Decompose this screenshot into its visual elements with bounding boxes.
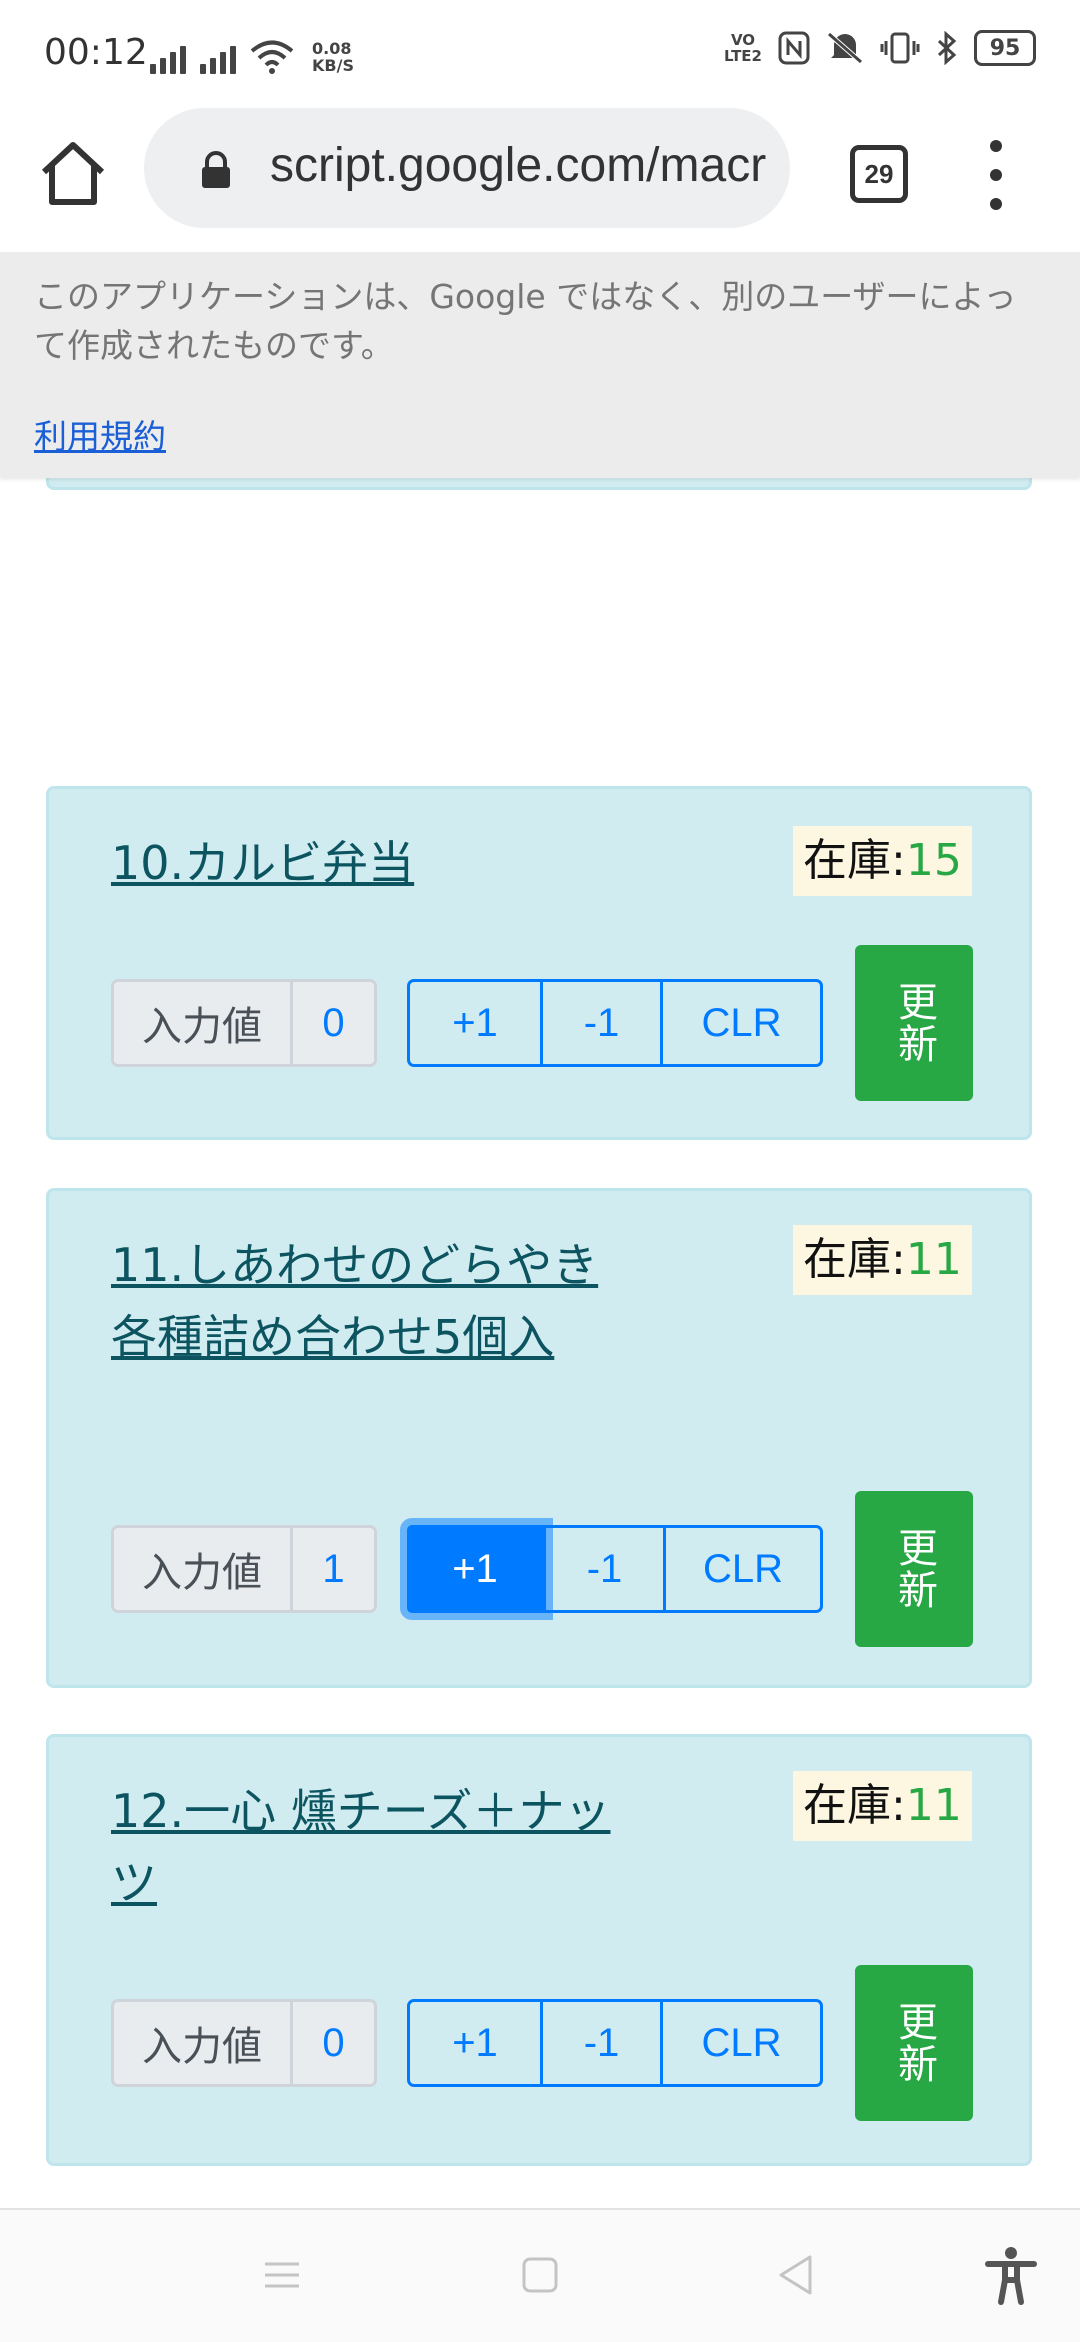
address-bar[interactable]: script.google.com/macros/s/ bbox=[144, 108, 790, 228]
third-party-notice-banner: このアプリケーションは、Google ではなく、別のユーザーによって作成されたも… bbox=[0, 252, 1080, 478]
plus-one-button[interactable]: +1 bbox=[410, 982, 543, 1064]
input-value[interactable]: 1 bbox=[293, 1528, 374, 1610]
page-content: このアプリケーションは、Google ではなく、別のユーザーによって作成されたも… bbox=[0, 252, 1080, 2208]
input-group: 入力値 0 bbox=[111, 1999, 377, 2087]
system-navigation-bar bbox=[0, 2208, 1080, 2342]
signal-icon-sim2 bbox=[200, 42, 236, 74]
volte-line2: LTE2 bbox=[724, 47, 762, 65]
stock-label: 在庫: bbox=[803, 1780, 906, 1831]
update-button[interactable]: 更新 bbox=[855, 945, 973, 1101]
update-button[interactable]: 更新 bbox=[855, 1965, 973, 2121]
status-left-icons: 0.08 KB/S bbox=[150, 34, 354, 74]
recent-apps-icon[interactable] bbox=[247, 2240, 317, 2310]
update-button[interactable]: 更新 bbox=[855, 1491, 973, 1647]
item-card: 12.一心 燻チーズ＋ナッツ 在庫: 11 入力値 0 +1 -1 CLR 更新 bbox=[46, 1734, 1032, 2166]
back-icon[interactable] bbox=[762, 2240, 832, 2310]
wifi-icon bbox=[250, 40, 294, 74]
stock-count: 11 bbox=[905, 1780, 962, 1831]
clear-button[interactable]: CLR bbox=[663, 982, 820, 1064]
item-card: 10.カルビ弁当 在庫: 15 入力値 0 +1 -1 CLR 更新 bbox=[46, 786, 1032, 1140]
stock-badge: 在庫: 15 bbox=[793, 826, 972, 896]
item-title[interactable]: 12.一心 燻チーズ＋ナッツ bbox=[111, 1775, 631, 1919]
item-card: 11.しあわせのどらやき各種詰め合わせ5個入 在庫: 11 入力値 1 +1 -… bbox=[46, 1188, 1032, 1688]
battery-icon: 95 bbox=[974, 30, 1036, 66]
network-speed-value: 0.08 bbox=[312, 39, 352, 58]
clear-button[interactable]: CLR bbox=[663, 2002, 820, 2084]
home-icon[interactable] bbox=[36, 136, 110, 210]
minus-one-button[interactable]: -1 bbox=[546, 1528, 666, 1610]
mute-icon bbox=[827, 32, 863, 64]
accessibility-icon[interactable] bbox=[976, 2240, 1046, 2310]
stock-count: 15 bbox=[905, 835, 962, 886]
input-label: 入力値 bbox=[114, 1528, 293, 1610]
stock-label: 在庫: bbox=[803, 835, 906, 886]
status-right-icons: VO LTE2 95 bbox=[724, 30, 1036, 66]
minus-one-button[interactable]: -1 bbox=[543, 2002, 663, 2084]
url-text[interactable]: script.google.com/macros/s/ bbox=[270, 138, 766, 198]
stock-count: 11 bbox=[905, 1234, 962, 1285]
home-nav-icon[interactable] bbox=[505, 2240, 575, 2310]
browser-menu-icon[interactable] bbox=[980, 140, 1012, 210]
status-time: 00:12 bbox=[44, 32, 148, 73]
quantity-button-group: +1 -1 CLR bbox=[407, 1999, 823, 2087]
browser-toolbar: script.google.com/macros/s/ 29 bbox=[0, 100, 1080, 252]
volte-line1: VO bbox=[730, 31, 756, 49]
input-value[interactable]: 0 bbox=[293, 2002, 374, 2084]
quantity-button-group: +1 -1 CLR bbox=[407, 1525, 823, 1613]
quantity-button-group: +1 -1 CLR bbox=[407, 979, 823, 1067]
input-group: 入力値 0 bbox=[111, 979, 377, 1067]
input-label: 入力値 bbox=[114, 982, 293, 1064]
vibrate-icon bbox=[880, 32, 920, 64]
network-speed-unit: KB/S bbox=[312, 56, 354, 75]
plus-one-button[interactable]: +1 bbox=[410, 2002, 543, 2084]
input-value[interactable]: 0 bbox=[293, 982, 374, 1064]
nfc-icon bbox=[778, 31, 810, 65]
minus-one-button[interactable]: -1 bbox=[543, 982, 663, 1064]
volte-icon: VO LTE2 bbox=[724, 32, 762, 64]
clear-button[interactable]: CLR bbox=[666, 1528, 820, 1610]
stock-badge: 在庫: 11 bbox=[793, 1225, 972, 1295]
status-bar: 00:12 0.08 KB/S VO LTE2 95 bbox=[0, 0, 1080, 100]
lock-icon bbox=[202, 151, 230, 188]
tab-switcher-button[interactable]: 29 bbox=[850, 145, 908, 203]
network-speed: 0.08 KB/S bbox=[312, 40, 354, 74]
stock-badge: 在庫: 11 bbox=[793, 1771, 972, 1841]
signal-icon-sim1 bbox=[150, 42, 186, 74]
bluetooth-icon bbox=[937, 31, 957, 65]
plus-one-button[interactable]: +1 bbox=[407, 1525, 546, 1613]
terms-link[interactable]: 利用規約 bbox=[34, 410, 166, 458]
item-title[interactable]: 10.カルビ弁当 bbox=[111, 827, 631, 899]
input-label: 入力値 bbox=[114, 2002, 293, 2084]
stock-label: 在庫: bbox=[803, 1234, 906, 1285]
notice-text: このアプリケーションは、Google ではなく、別のユーザーによって作成されたも… bbox=[34, 277, 1017, 365]
item-title[interactable]: 11.しあわせのどらやき各種詰め合わせ5個入 bbox=[111, 1229, 631, 1373]
input-group: 入力値 1 bbox=[111, 1525, 377, 1613]
